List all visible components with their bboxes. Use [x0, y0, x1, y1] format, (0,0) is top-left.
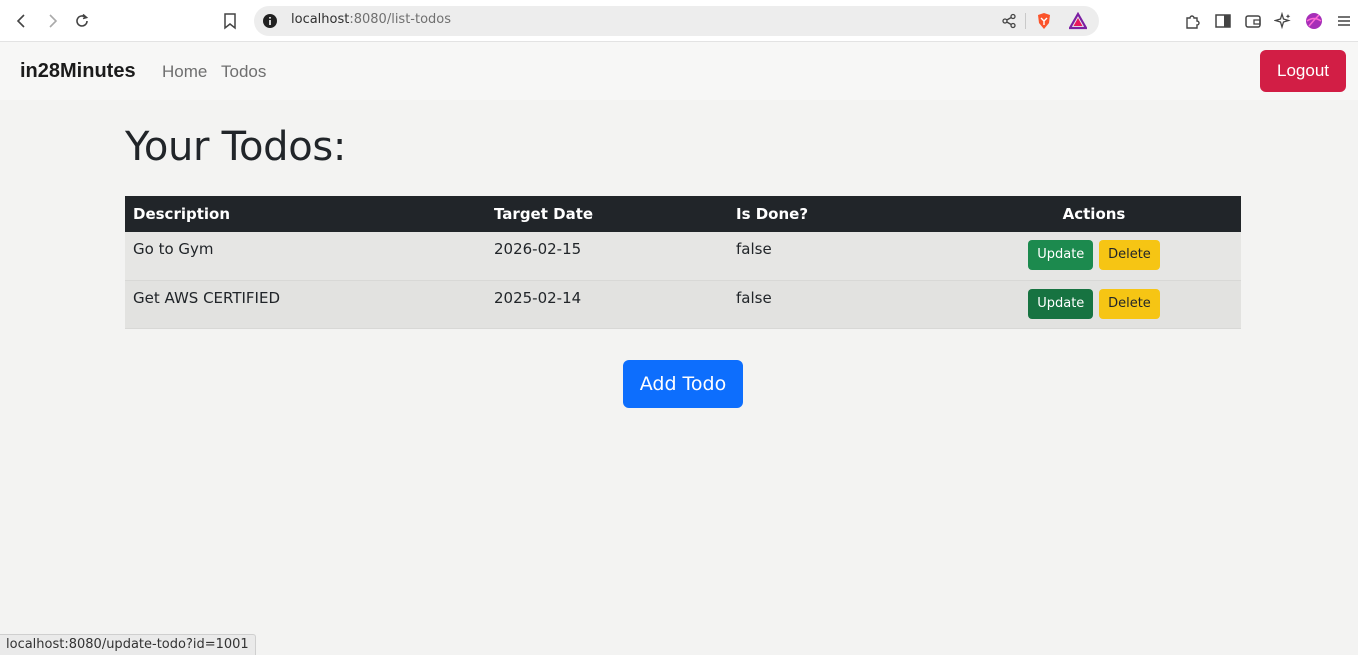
nav-link-home[interactable]: Home	[162, 62, 207, 82]
todo-is-done: false	[728, 280, 947, 329]
app-navbar: in28Minutes Home Todos Logout	[0, 42, 1358, 100]
sidebar-button[interactable]	[1211, 9, 1235, 33]
bookmark-icon	[224, 13, 236, 30]
delete-button[interactable]: Delete	[1099, 240, 1160, 270]
delete-button[interactable]: Delete	[1099, 288, 1160, 319]
menu-button[interactable]	[1332, 9, 1356, 33]
share-icon[interactable]	[1000, 12, 1018, 30]
back-button[interactable]	[10, 9, 34, 33]
column-header-is-done: Is Done?	[728, 196, 947, 232]
page-title: Your Todos:	[125, 124, 347, 170]
url-separator	[1025, 13, 1026, 29]
table-row: Go to Gym 2026-02-15 false Update Delete	[125, 232, 1241, 281]
nav-link-todos[interactable]: Todos	[221, 62, 266, 82]
update-button[interactable]: Update	[1028, 288, 1094, 319]
sparkle-icon	[1274, 12, 1291, 30]
puzzle-icon	[1186, 15, 1200, 29]
url-path: :8080/list-todos	[349, 12, 452, 27]
arrow-right-icon	[49, 14, 58, 28]
update-button[interactable]: Update	[1028, 240, 1094, 270]
bookmark-button[interactable]	[218, 9, 242, 33]
link-status-bar: localhost:8080/update-todo?id=1001	[0, 634, 256, 655]
column-header-description: Description	[125, 196, 486, 232]
address-bar[interactable]: localhost:8080/list-todos	[254, 6, 1099, 36]
todo-description: Get AWS CERTIFIED	[125, 280, 486, 329]
column-header-actions: Actions	[947, 196, 1241, 232]
todo-is-done: false	[728, 232, 947, 281]
table-header-row: Description Target Date Is Done? Actions	[125, 196, 1241, 232]
todos-table: Description Target Date Is Done? Actions…	[125, 196, 1241, 329]
todo-target-date: 2026-02-15	[486, 232, 728, 281]
url-host: localhost	[291, 12, 350, 27]
brand-logo[interactable]: in28Minutes	[20, 60, 136, 83]
reload-button[interactable]	[70, 9, 94, 33]
hamburger-menu-icon	[1338, 16, 1350, 26]
forward-button[interactable]	[40, 9, 64, 33]
column-header-target-date: Target Date	[486, 196, 728, 232]
url-text: localhost:8080/list-todos	[291, 12, 451, 27]
todo-actions: Update Delete	[947, 232, 1241, 281]
todo-target-date: 2025-02-14	[486, 280, 728, 329]
todo-actions: Update Delete	[947, 280, 1241, 329]
arrow-left-icon	[16, 14, 25, 28]
browser-toolbar: localhost:8080/list-todos	[0, 0, 1358, 42]
add-todo-button[interactable]: Add Todo	[623, 360, 743, 408]
table-row: Get AWS CERTIFIED 2025-02-14 false Updat…	[125, 280, 1241, 329]
leo-ai-button[interactable]	[1271, 9, 1295, 33]
extensions-button[interactable]	[1181, 9, 1205, 33]
todo-description: Go to Gym	[125, 232, 486, 281]
sidebar-icon	[1215, 14, 1231, 28]
site-info-icon[interactable]	[262, 13, 278, 33]
profile-icon	[1306, 13, 1322, 29]
reload-icon	[76, 13, 89, 27]
wallet-button[interactable]	[1241, 9, 1265, 33]
logout-button[interactable]: Logout	[1260, 50, 1346, 92]
wallet-icon	[1245, 15, 1261, 28]
profile-avatar[interactable]	[1302, 9, 1326, 33]
brave-shield-icon[interactable]	[1035, 12, 1053, 30]
brave-rewards-icon[interactable]	[1069, 12, 1087, 30]
